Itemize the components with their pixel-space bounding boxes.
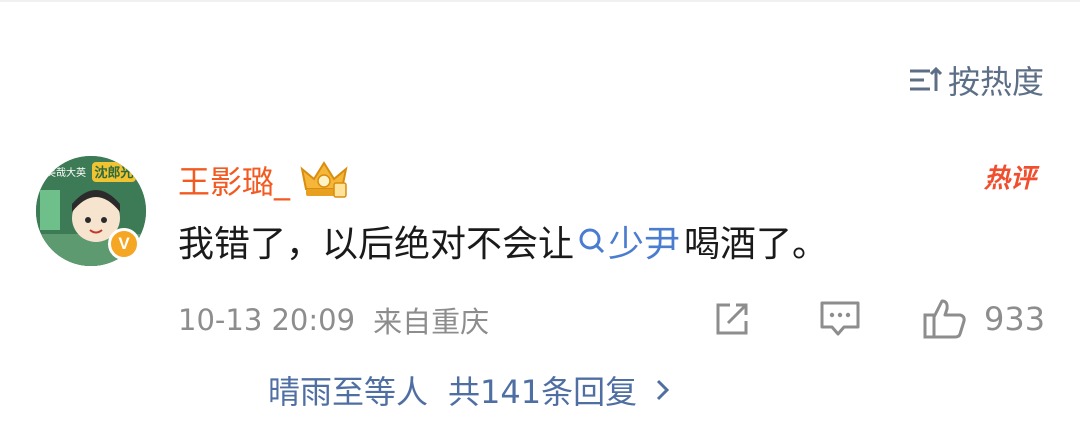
avatar-caption-name: 沈郎光 xyxy=(94,165,133,181)
comment-icon xyxy=(820,301,860,336)
verified-badge-icon: V xyxy=(108,228,140,260)
comment-content: 我错了，以后绝对不会让 少尹 喝酒了。 xyxy=(178,216,828,266)
view-replies-link[interactable]: 晴雨至等人 共141条回复 xyxy=(268,368,671,412)
search-icon xyxy=(579,228,605,254)
content-text-after: 喝酒了。 xyxy=(684,224,829,265)
like-count: 933 xyxy=(984,300,1046,338)
share-button[interactable] xyxy=(712,296,752,342)
avatar-caption-top: 美哉大英 xyxy=(46,166,86,179)
hot-comment-badge: 热评 xyxy=(983,164,1036,194)
replies-count: 共141条回复 xyxy=(448,373,638,411)
chevron-right-icon xyxy=(657,379,670,401)
comment-meta: 10-13 20:09 来自重庆 xyxy=(178,298,489,342)
replies-users: 晴雨至等人 xyxy=(268,373,429,411)
comment-card: 沈郎光 美哉大英 V 王影璐_ 热评 我错了，以后绝对不会让 少尹 喝酒了。 1 xyxy=(0,0,1080,423)
share-icon xyxy=(716,303,748,335)
mention-text: 少尹 xyxy=(608,224,681,265)
reply-button[interactable] xyxy=(818,296,862,342)
content-text-before: 我错了，以后绝对不会让 xyxy=(178,224,575,265)
mention-link[interactable]: 少尹 xyxy=(578,215,680,267)
crown-badge-icon xyxy=(300,161,348,198)
like-button[interactable]: 933 xyxy=(922,296,1045,342)
comment-location: 来自重庆 xyxy=(373,305,490,339)
comment-time: 10-13 20:09 xyxy=(178,303,356,337)
comment-header: 王影璐_ xyxy=(178,158,350,202)
username[interactable]: 王影璐_ xyxy=(178,157,290,203)
avatar[interactable]: 沈郎光 美哉大英 V xyxy=(36,156,146,266)
thumbs-up-icon xyxy=(923,299,966,339)
